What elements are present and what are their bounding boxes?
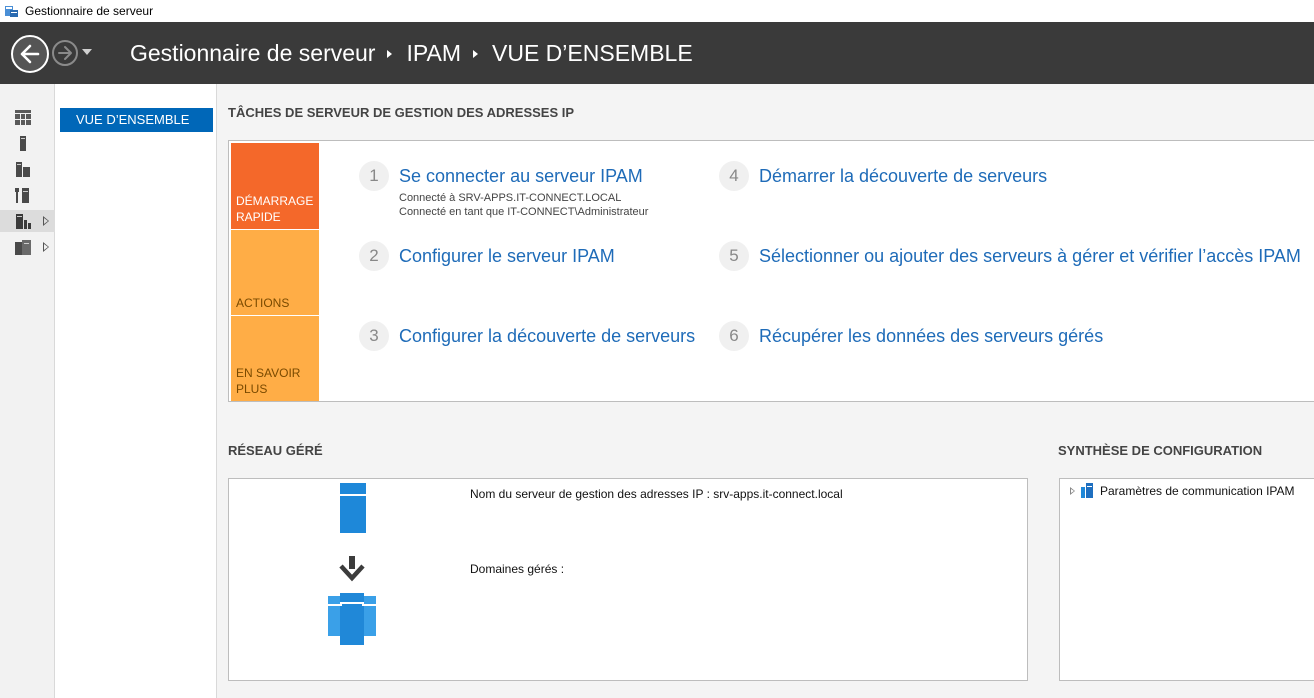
breadcrumb-item-server-manager[interactable]: Gestionnaire de serveur (130, 40, 375, 67)
sub-navigation: VUE D’ENSEMBLE (56, 84, 217, 698)
tasks-panel: DÉMARRAGE RAPIDE ACTIONS EN SAVOIR PLUS … (228, 140, 1314, 402)
tree-expand-icon[interactable] (1070, 486, 1075, 495)
step-number: 4 (719, 161, 749, 191)
expand-arrow-icon[interactable] (43, 216, 49, 226)
step-4-link[interactable]: Démarrer la découverte de serveurs (759, 161, 1047, 191)
connected-server-text: Connecté à SRV-APPS.IT-CONNECT.LOCAL (399, 192, 622, 204)
managed-servers-icon (328, 593, 376, 645)
step-number: 2 (359, 241, 389, 271)
rail-item-local-server[interactable] (0, 132, 55, 154)
step-1-link[interactable]: Se connecter au serveur IPAM (399, 161, 648, 191)
breadcrumb: Gestionnaire de serveur IPAM VUE D’ENSEM… (130, 40, 693, 67)
server-settings-icon (1081, 483, 1093, 498)
forward-arrow-icon (58, 46, 72, 60)
window-title: Gestionnaire de serveur (25, 4, 154, 18)
step-6: 6 Récupérer les données des serveurs gér… (719, 321, 1103, 351)
breadcrumb-item-overview: VUE D’ENSEMBLE (492, 40, 693, 66)
all-servers-icon (16, 162, 30, 177)
managed-domains-text: Domaines gérés : (470, 562, 565, 576)
dashboard-icon (15, 110, 31, 125)
window-titlebar: Gestionnaire de serveur (0, 0, 1314, 22)
step-3: 3 Configurer la découverte de serveurs (359, 321, 695, 351)
down-arrow-icon (339, 556, 365, 582)
ipam-icon (16, 214, 31, 229)
step-number: 1 (359, 161, 389, 191)
ipam-topology-diagram (328, 483, 376, 645)
main-content: TÂCHES DE SERVEUR DE GESTION DES ADRESSE… (217, 84, 1314, 698)
left-rail (0, 84, 55, 698)
step-6-link[interactable]: Récupérer les données des serveurs gérés (759, 321, 1103, 351)
breadcrumb-item-ipam[interactable]: IPAM (406, 40, 461, 67)
tile-actions[interactable]: ACTIONS (231, 230, 319, 315)
breadcrumb-separator-icon (387, 49, 393, 58)
tile-quick-start[interactable]: DÉMARRAGE RAPIDE (231, 143, 319, 229)
ipam-server-icon (340, 483, 366, 533)
back-button[interactable] (11, 35, 49, 73)
config-summary-panel: Paramètres de communication IPAM (1059, 478, 1314, 681)
forward-button[interactable] (52, 40, 78, 66)
step-4: 4 Démarrer la découverte de serveurs (719, 161, 1047, 191)
back-arrow-icon (20, 44, 40, 64)
step-5-link[interactable]: Sélectionner ou ajouter des serveurs à g… (759, 241, 1301, 271)
tree-item-label: Paramètres de communication IPAM (1100, 483, 1295, 498)
ipam-server-name-text: Nom du serveur de gestion des adresses I… (470, 487, 843, 501)
step-2-link[interactable]: Configurer le serveur IPAM (399, 241, 615, 271)
history-dropdown-icon[interactable] (82, 49, 92, 55)
tasks-section-title: TÂCHES DE SERVEUR DE GESTION DES ADRESSE… (228, 105, 575, 120)
connected-user-text: Connecté en tant que IT-CONNECT\Administ… (399, 206, 649, 218)
expand-arrow-icon[interactable] (43, 242, 49, 252)
managed-network-title: RÉSEAU GÉRÉ (228, 443, 323, 458)
file-services-icon (15, 240, 31, 255)
subnav-item-overview[interactable]: VUE D’ENSEMBLE (60, 108, 213, 132)
step-2: 2 Configurer le serveur IPAM (359, 241, 615, 271)
step-number: 6 (719, 321, 749, 351)
server-manager-app-icon (4, 4, 19, 18)
step-5: 5 Sélectionner ou ajouter des serveurs à… (719, 241, 1301, 271)
config-summary-title: SYNTHÈSE DE CONFIGURATION (1058, 443, 1263, 458)
step-number: 3 (359, 321, 389, 351)
tree-item-communication-settings[interactable]: Paramètres de communication IPAM (1070, 483, 1295, 498)
breadcrumb-separator-icon (473, 49, 478, 58)
header-bar: Gestionnaire de serveur IPAM VUE D’ENSEM… (0, 22, 1314, 84)
tools-icon (15, 188, 29, 203)
rail-item-all-servers[interactable] (0, 158, 55, 180)
rail-item-tools[interactable] (0, 184, 55, 206)
step-number: 5 (719, 241, 749, 271)
rail-item-dashboard[interactable] (0, 106, 55, 128)
tile-learn-more[interactable]: EN SAVOIR PLUS (231, 316, 319, 401)
step-1: 1 Se connecter au serveur IPAM Connecté … (359, 161, 648, 219)
step-3-link[interactable]: Configurer la découverte de serveurs (399, 321, 695, 351)
local-server-icon (20, 136, 26, 151)
rail-item-file-services[interactable] (0, 236, 55, 258)
rail-item-ipam[interactable] (0, 210, 55, 232)
managed-network-panel: Nom du serveur de gestion des adresses I… (228, 478, 1028, 681)
